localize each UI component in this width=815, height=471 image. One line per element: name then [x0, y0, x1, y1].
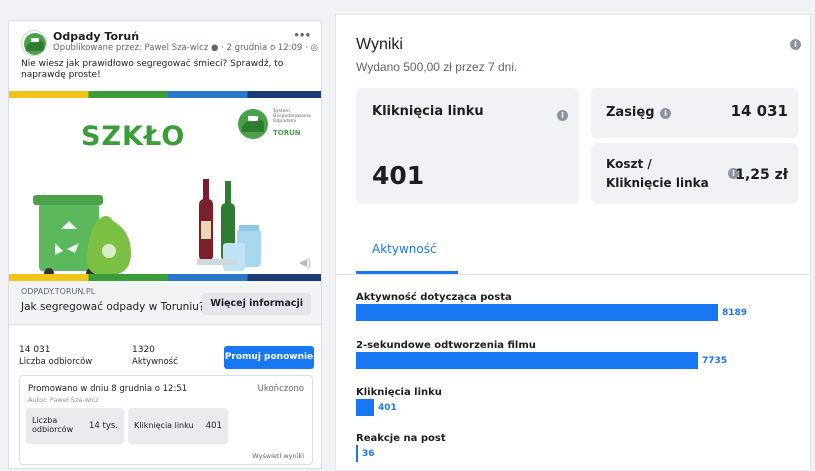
metric-label: Kliknięcia linku	[356, 387, 442, 398]
creative-headline: SZKŁO	[81, 121, 186, 152]
more-horizontal-icon[interactable]: •••	[294, 27, 311, 42]
results-title: Wyniki	[356, 36, 403, 53]
more-info-button[interactable]: Więcej informacji	[202, 293, 311, 315]
reach-tile: Zasięg i 14 031	[591, 88, 798, 138]
promo-reach-tile: Liczba odbiorców 14 tys.	[26, 408, 124, 444]
reach-tile-value: 14 031	[730, 102, 788, 120]
metric-value: 401	[378, 403, 397, 413]
cost-per-click-tile: Koszt / Kliknięcie linka i 1,25 zł	[591, 143, 798, 204]
reach-label: Liczba odbiorców	[19, 357, 93, 367]
link-clicks-value: 401	[372, 161, 425, 190]
info-icon[interactable]: i	[557, 110, 568, 121]
page-avatar[interactable]	[21, 30, 47, 56]
metric-bar	[356, 445, 358, 462]
metric-value: 8189	[722, 308, 748, 318]
brand-name: TORUŃ	[273, 129, 301, 137]
reach-tile-label: Zasięg	[606, 105, 655, 120]
info-icon[interactable]: i	[660, 108, 671, 119]
promo-clicks-value: 401	[205, 421, 222, 431]
glass-bin-illustration	[33, 179, 261, 278]
activity-label: Aktywność	[132, 357, 178, 367]
activity-value: 1320	[132, 345, 155, 355]
link-clicks-tile: Kliknięcia linku i 401	[356, 88, 579, 204]
promo-reach-label: Liczba odbiorców	[32, 416, 74, 434]
torun-logo-icon	[24, 33, 46, 55]
promo-reach-value: 14 tys.	[88, 421, 118, 431]
promote-again-button[interactable]: Promuj ponownie	[224, 346, 314, 369]
sound-icon[interactable]: ◀)	[299, 256, 311, 269]
metric-bar	[356, 304, 718, 321]
promo-clicks-tile: Kliknięcia linku 401	[128, 408, 228, 444]
promotion-author: Autor: Paweł Sza-wicz	[28, 396, 99, 404]
post-meta: Opublikowane przez: Pawel Sza-wicz ● · 2…	[53, 43, 318, 53]
metric-label: Reakcje na post	[356, 433, 446, 444]
metric-label: Aktywność dotycząca posta	[356, 292, 512, 303]
promotion-summary: Promowano w dniu 8 grudnia o 12:51 Ukońc…	[19, 375, 313, 465]
ad-creative-image[interactable]: SZKŁO System Gospodarowania Odpadami TOR…	[9, 91, 321, 281]
promotion-status: Ukończono	[257, 384, 304, 394]
post-text: Nie wiesz jak prawidłowo segregować śmie…	[21, 59, 284, 80]
metric-value: 36	[362, 449, 375, 459]
link-preview[interactable]: ODPADY.TORUN.PL Jak segregować odpady w …	[9, 281, 321, 325]
cost-per-click-value: 1,25 zł	[735, 167, 788, 183]
color-stripe-bottom	[9, 274, 321, 281]
metric-label: 2-sekundowe odtworzenia filmu	[356, 340, 536, 351]
promo-clicks-label: Kliknięcia linku	[134, 421, 194, 430]
metric-bar	[356, 399, 374, 416]
cost-per-click-label: Koszt / Kliknięcie linka	[606, 157, 709, 190]
promoted-on: Promowano w dniu 8 grudnia o 12:51	[28, 384, 188, 394]
metric-bar	[356, 352, 698, 369]
tab-activity-underline	[356, 271, 458, 274]
tab-activity[interactable]: Aktywność	[372, 242, 437, 256]
info-icon[interactable]: i	[790, 39, 801, 50]
metric-value: 7735	[702, 356, 728, 366]
page-name[interactable]: Odpady Toruń	[53, 30, 139, 43]
link-clicks-label: Kliknięcia linku	[372, 104, 484, 119]
reach-value: 14 031	[19, 345, 51, 355]
color-stripe	[9, 91, 321, 98]
brand-logo-icon	[238, 109, 268, 139]
results-subtitle: Wydano 500,00 zł przez 7 dni.	[356, 60, 518, 74]
tab-divider	[336, 274, 810, 275]
results-panel: Wyniki Wydano 500,00 zł przez 7 dni. i K…	[335, 14, 811, 471]
link-domain: ODPADY.TORUN.PL	[21, 287, 96, 296]
facebook-post-card: Odpady Toruń Opublikowane przez: Pawel S…	[8, 20, 322, 469]
link-title[interactable]: Jak segregować odpady w Toruniu?	[21, 301, 204, 313]
post-stats: 14 031 Liczba odbiorców 1320 Aktywność P…	[9, 331, 321, 371]
post-header: Odpady Toruń Opublikowane przez: Pawel S…	[9, 21, 321, 80]
brand-text: System Gospodarowania Odpadami	[273, 109, 311, 124]
view-results-link[interactable]: Wyświetl wyniki	[252, 452, 304, 460]
